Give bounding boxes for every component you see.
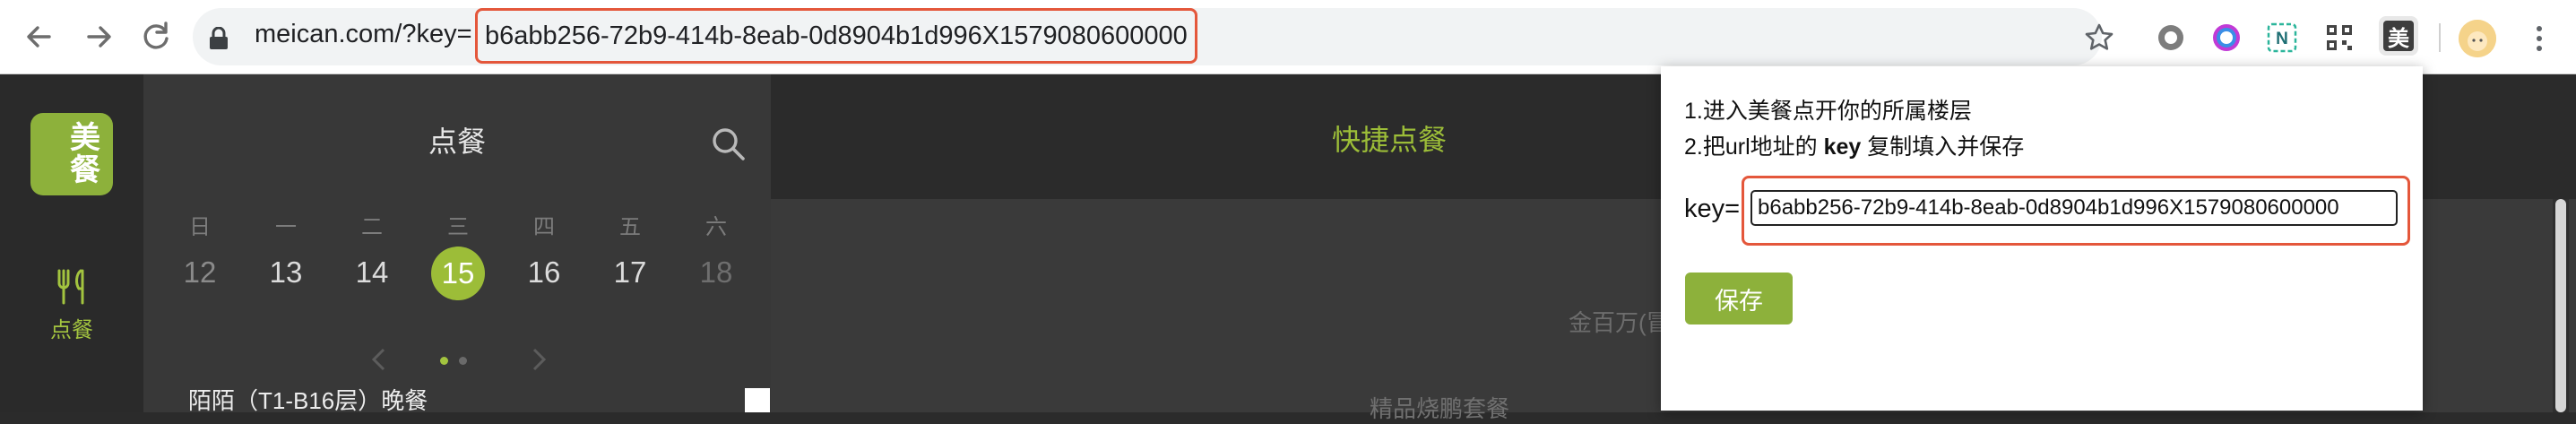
restaurant-card-title[interactable]: 金百万(冒 (1569, 305, 1670, 338)
chevron-right-icon[interactable] (527, 346, 550, 373)
qr-code-icon[interactable] (2323, 22, 2356, 54)
rail-item-order[interactable]: 点餐 (27, 267, 117, 343)
avatar-face-icon (2459, 20, 2496, 57)
chevron-left-icon[interactable] (367, 346, 391, 373)
date-item[interactable]: 17 (603, 255, 657, 290)
rail-item-label: 点餐 (50, 318, 93, 342)
weekday-sun: 日 (189, 215, 211, 239)
instruction-2-key: key (1823, 134, 1862, 160)
instruction-2-suffix: 复制填入并保存 (1861, 134, 2025, 160)
meican-extension-label: 美 (2383, 21, 2414, 51)
panel-scrollbar[interactable] (745, 388, 770, 412)
app-rail: 美 餐 点餐 (0, 74, 143, 412)
circle-extension-icon[interactable] (2155, 22, 2187, 54)
content-title: 快捷点餐 (1332, 124, 1448, 156)
reload-icon[interactable] (137, 18, 175, 56)
n-extension-icon[interactable]: N (2266, 22, 2298, 54)
weekday-tue: 二 (361, 215, 383, 239)
weekday-mon: 一 (275, 215, 297, 239)
date-item[interactable]: 18 (689, 255, 743, 290)
extension-popup: 1.进入美餐点开你的所属楼层 2.把url地址的 key 复制填入并保存 key… (1661, 66, 2423, 411)
instruction-1: 1.进入美餐点开你的所属楼层 (1684, 99, 1972, 124)
svg-text:N: N (2276, 30, 2288, 48)
date-item[interactable]: 12 (173, 255, 227, 290)
page-scrollbar[interactable] (2553, 199, 2569, 412)
restaurant-name[interactable]: 陌陌（T1-B16层）晚餐 (188, 383, 428, 416)
key-input[interactable] (1750, 190, 2398, 226)
meican-extension-icon[interactable]: 美 (2379, 16, 2418, 56)
forward-arrow-icon[interactable] (81, 18, 118, 56)
toolbar-divider (2439, 23, 2441, 52)
lock-icon (210, 27, 228, 49)
date-item[interactable]: 16 (517, 255, 571, 290)
meican-logo[interactable]: 美 餐 (30, 113, 113, 195)
date-item[interactable]: 14 (345, 255, 399, 290)
page-dot (459, 357, 467, 365)
logo-char-1: 美 (70, 121, 100, 155)
more-menu-icon[interactable] (2535, 23, 2544, 54)
weekday-fri: 五 (619, 215, 641, 239)
save-button[interactable]: 保存 (1685, 273, 1793, 324)
order-panel: 点餐 日 一 二 三 四 五 六 12 13 14 15 16 17 18 陌陌… (143, 74, 771, 414)
fork-knife-icon (57, 269, 84, 305)
color-extension-icon[interactable] (2210, 22, 2243, 54)
profile-avatar[interactable] (2459, 20, 2496, 57)
back-arrow-icon[interactable] (20, 18, 57, 56)
url-key-highlight[interactable]: b6abb256-72b9-414b-8eab-0d8904b1d996X157… (475, 8, 1197, 64)
logo-char-2: 餐 (70, 153, 100, 187)
date-item-selected[interactable]: 15 (431, 247, 485, 300)
instruction-2-prefix: 2.把url地址的 (1684, 134, 1824, 160)
browser-toolbar: meican.com/?key= b6abb256-72b9-414b-8eab… (0, 0, 2576, 74)
bookmark-star-icon[interactable] (2084, 22, 2114, 53)
dish-name[interactable]: 精品烧鹏套餐 (1370, 391, 1509, 424)
panel-title: 点餐 (428, 125, 486, 158)
page-dot-active (440, 357, 448, 365)
weekday-sat: 六 (705, 215, 727, 239)
instruction-2: 2.把url地址的 key 复制填入并保存 (1684, 129, 2024, 161)
key-label: key= (1684, 195, 1741, 223)
weekday-thu: 四 (533, 215, 555, 239)
url-host[interactable]: meican.com/?key= (255, 20, 472, 49)
weekday-wed: 三 (447, 215, 469, 239)
date-item[interactable]: 13 (259, 255, 313, 290)
page-scrollbar-thumb[interactable] (2555, 199, 2566, 412)
search-icon[interactable] (710, 125, 746, 161)
